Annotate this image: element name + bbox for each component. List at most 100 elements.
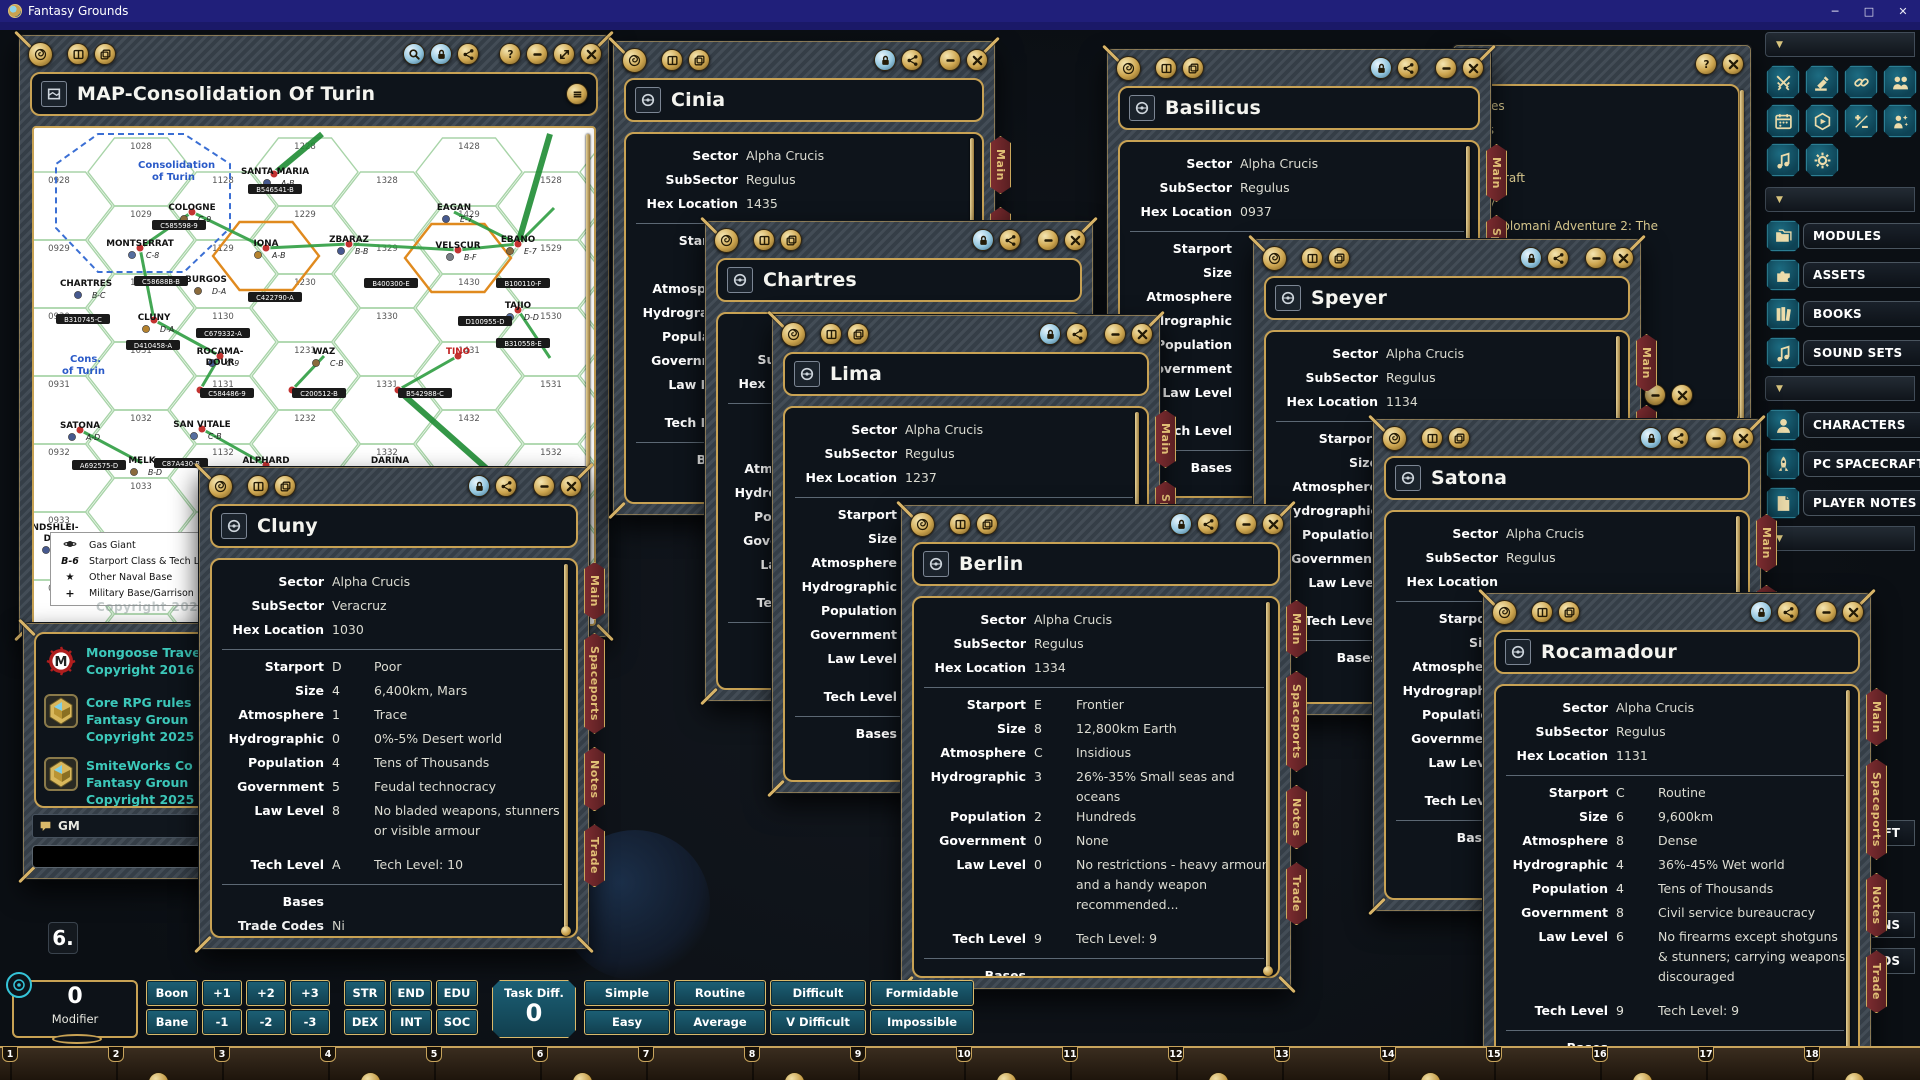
- share-button[interactable]: [1397, 57, 1419, 79]
- sidebar-item-books[interactable]: BOOKS: [1766, 298, 1920, 330]
- minimize-window-button[interactable]: ─: [1818, 0, 1852, 22]
- fg-logo-button[interactable]: [1116, 56, 1141, 81]
- minimize-button[interactable]: [939, 49, 961, 71]
- close-button[interactable]: [966, 49, 988, 71]
- toolbar-button-average[interactable]: Average: [674, 1009, 766, 1035]
- sidebar-item-pc-spacecraft[interactable]: PC SPACECRAFT: [1766, 448, 1920, 480]
- lock-button[interactable]: [874, 49, 896, 71]
- panel-toggle-button[interactable]: [1531, 601, 1553, 623]
- hotbar-slot-number[interactable]: 5: [426, 1046, 442, 1062]
- tool-plus-minus-icon[interactable]: [1844, 104, 1878, 138]
- toolbar-button-+1[interactable]: +1: [202, 980, 242, 1006]
- sidebar-section-tool[interactable]: ▼: [1765, 32, 1915, 57]
- panel-toggle-button[interactable]: [1301, 247, 1323, 269]
- share-button[interactable]: [1066, 323, 1088, 345]
- lock-button[interactable]: [430, 43, 452, 65]
- tab-spaceports[interactable]: Spaceports: [1286, 671, 1307, 772]
- minimize-button[interactable]: [1104, 323, 1126, 345]
- hotbar-slot-number[interactable]: 17: [1698, 1046, 1714, 1062]
- hotbar-slot-number[interactable]: 10: [956, 1046, 972, 1062]
- minimize-button[interactable]: [1815, 601, 1837, 623]
- tab-notes[interactable]: Notes: [1866, 873, 1887, 938]
- hotbar-slot-number[interactable]: 16: [1592, 1046, 1608, 1062]
- toolbar-button-edu[interactable]: EDU: [436, 980, 478, 1006]
- window-title-panel[interactable]: Berlin: [912, 542, 1280, 586]
- clone-window-button[interactable]: [1448, 427, 1470, 449]
- tab-notes[interactable]: Notes: [584, 747, 605, 812]
- toolbar-button-v-difficult[interactable]: V Difficult: [770, 1009, 866, 1035]
- toolbar-button-boon[interactable]: Boon: [146, 980, 198, 1006]
- close-button[interactable]: [580, 43, 602, 65]
- maximize-window-button[interactable]: □: [1852, 0, 1886, 22]
- tab-main[interactable]: Main: [990, 136, 1011, 194]
- world-window-berlin[interactable]: BerlinSectorAlpha CrucisSubSectorRegulus…: [900, 504, 1292, 990]
- hotbar-strip[interactable]: 123456789101112131415161718: [0, 1046, 1920, 1080]
- hotbar-slot-number[interactable]: 18: [1804, 1046, 1820, 1062]
- fg-logo-button[interactable]: [208, 474, 233, 499]
- fg-logo-button[interactable]: [622, 48, 647, 73]
- sidebar-section-library[interactable]: ▼: [1765, 187, 1915, 212]
- hotbar-slot-number[interactable]: 1: [2, 1046, 18, 1062]
- close-button[interactable]: [1842, 601, 1864, 623]
- window-title-panel[interactable]: Chartres: [716, 258, 1082, 302]
- share-button[interactable]: [457, 43, 479, 65]
- scrollbar-knob[interactable]: [1263, 966, 1273, 976]
- window-title-panel[interactable]: Rocamadour: [1494, 630, 1860, 674]
- tool-gear-icon[interactable]: [1805, 143, 1839, 177]
- sidebar-item-modules[interactable]: MODULES: [1766, 220, 1920, 252]
- tab-trade[interactable]: Trade: [584, 824, 605, 887]
- tab-main[interactable]: Main: [1155, 410, 1176, 468]
- fg-logo-button[interactable]: [781, 322, 806, 347]
- share-button[interactable]: [901, 49, 923, 71]
- tab-main[interactable]: Main: [1486, 144, 1507, 202]
- map-title-panel[interactable]: MAP-Consolidation Of Turin: [30, 72, 598, 116]
- list-item[interactable]: acecraft: [1476, 166, 1728, 190]
- hotbar-page-badge[interactable]: 6.: [48, 922, 78, 954]
- share-button[interactable]: [999, 229, 1021, 251]
- tab-spaceports[interactable]: Spaceports: [584, 633, 605, 734]
- hotbar-knob[interactable]: [360, 1072, 381, 1080]
- window-title-panel[interactable]: Cinia: [624, 78, 984, 122]
- tab-spaceports[interactable]: Spaceports: [1866, 759, 1887, 860]
- list-item[interactable]: ms: [1476, 118, 1728, 142]
- toolbar-button--1[interactable]: -1: [202, 1009, 242, 1035]
- hotbar-slot-number[interactable]: 4: [320, 1046, 336, 1062]
- minimize-button[interactable]: [1037, 229, 1059, 251]
- zoom-button[interactable]: [403, 43, 425, 65]
- close-button[interactable]: [560, 475, 582, 497]
- window-title-panel[interactable]: Satona: [1384, 456, 1750, 500]
- window-title-panel[interactable]: Basilicus: [1118, 86, 1480, 130]
- tab-main[interactable]: Main: [1866, 688, 1887, 746]
- lock-button[interactable]: [1170, 513, 1192, 535]
- toolbar-button--2[interactable]: -2: [246, 1009, 286, 1035]
- hotbar-knob[interactable]: [148, 1072, 169, 1080]
- close-button[interactable]: [1262, 513, 1284, 535]
- hotbar-slot-number[interactable]: 7: [638, 1046, 654, 1062]
- close-window-button[interactable]: ✕: [1886, 0, 1920, 22]
- hotbar-knob[interactable]: [1208, 1072, 1229, 1080]
- tool-media-icon[interactable]: [1805, 104, 1839, 138]
- sidebar-item-assets[interactable]: ASSETS: [1766, 259, 1920, 291]
- toolbar-button-bane[interactable]: Bane: [146, 1009, 198, 1035]
- close-button[interactable]: [1671, 384, 1693, 406]
- lock-button[interactable]: [468, 475, 490, 497]
- task-difficulty-panel[interactable]: Task Diff. 0: [492, 980, 576, 1038]
- clone-window-button[interactable]: [1558, 601, 1580, 623]
- toolbar-button-str[interactable]: STR: [344, 980, 386, 1006]
- tab-trade[interactable]: Trade: [1866, 950, 1887, 1013]
- hotbar-slot-number[interactable]: 2: [108, 1046, 124, 1062]
- toolbar-button-impossible[interactable]: Impossible: [870, 1009, 974, 1035]
- help-button[interactable]: ?: [1695, 53, 1717, 75]
- sidebar-item-player-notes[interactable]: PLAYER NOTES: [1766, 487, 1920, 519]
- tool-sound-icon[interactable]: [1766, 143, 1800, 177]
- map-menu-button[interactable]: [566, 83, 588, 105]
- clone-window-button[interactable]: [94, 43, 116, 65]
- lock-button[interactable]: [1370, 57, 1392, 79]
- toolbar-button-dex[interactable]: DEX: [344, 1009, 386, 1035]
- fg-logo-button[interactable]: [714, 228, 739, 253]
- list-item[interactable]: Cs: [1476, 142, 1728, 166]
- fg-logo-button[interactable]: [1262, 246, 1287, 271]
- hotbar-slot-number[interactable]: 9: [850, 1046, 866, 1062]
- share-button[interactable]: [1197, 513, 1219, 535]
- panel-toggle-button[interactable]: [1155, 57, 1177, 79]
